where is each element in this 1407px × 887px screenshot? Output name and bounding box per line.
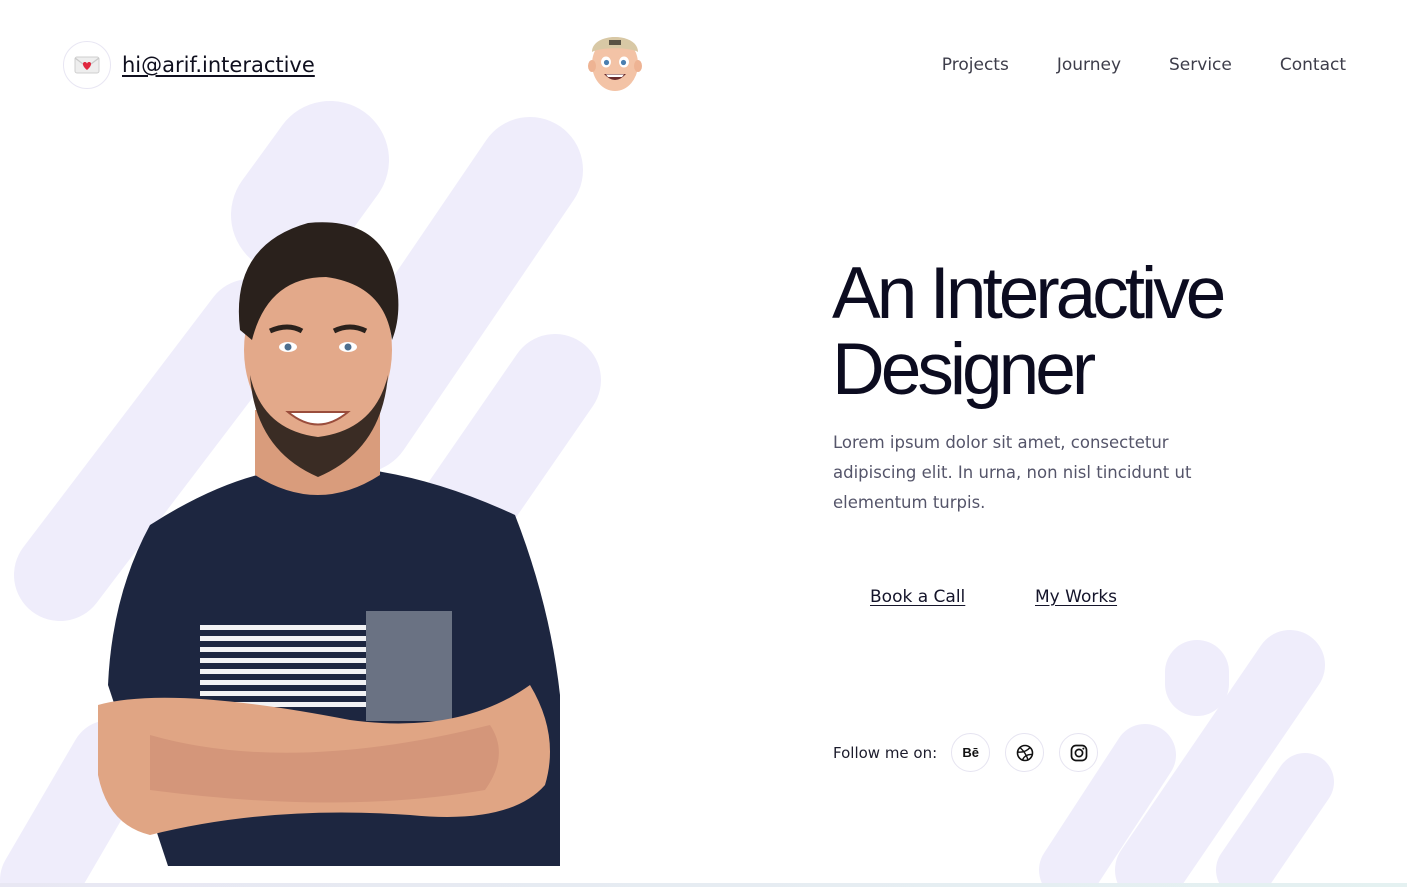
instagram-icon [1070,744,1088,761]
main-nav: Projects Journey Service Contact [942,55,1346,75]
decor-pill [231,101,389,274]
hero-title-line-1: An Interactive [832,253,1226,334]
hero-portrait [98,222,560,866]
instagram-link[interactable] [1059,733,1099,772]
nav-contact[interactable]: Contact [1280,55,1346,75]
book-call-button[interactable]: Book a Call [870,587,965,607]
nav-projects[interactable]: Projects [942,55,1009,75]
social-links: Follow me on: Bē [833,733,1113,772]
email-link[interactable]: hi@arif.interactive [122,53,315,77]
dribbble-icon [1016,744,1033,761]
my-works-button[interactable]: My Works [1035,587,1117,607]
follow-label: Follow me on: [833,743,938,762]
hero-description: Lorem ipsum dolor sit amet, consectetur … [833,433,1192,512]
nav-journey[interactable]: Journey [1057,55,1121,75]
dribbble-link[interactable] [1005,733,1045,772]
bottom-divider [0,883,1407,887]
decor-pill [1216,753,1334,887]
memoji-avatar-icon[interactable] [586,26,644,94]
hero-title-line-2: Designer [832,329,1096,410]
email-contact: hi@arif.interactive [63,41,315,89]
hero-title: An Interactive Designer [832,253,1226,410]
behance-link[interactable]: Bē [951,733,991,772]
behance-icon: Bē [962,745,979,760]
envelope-heart-icon [63,41,111,89]
nav-service[interactable]: Service [1169,55,1232,75]
